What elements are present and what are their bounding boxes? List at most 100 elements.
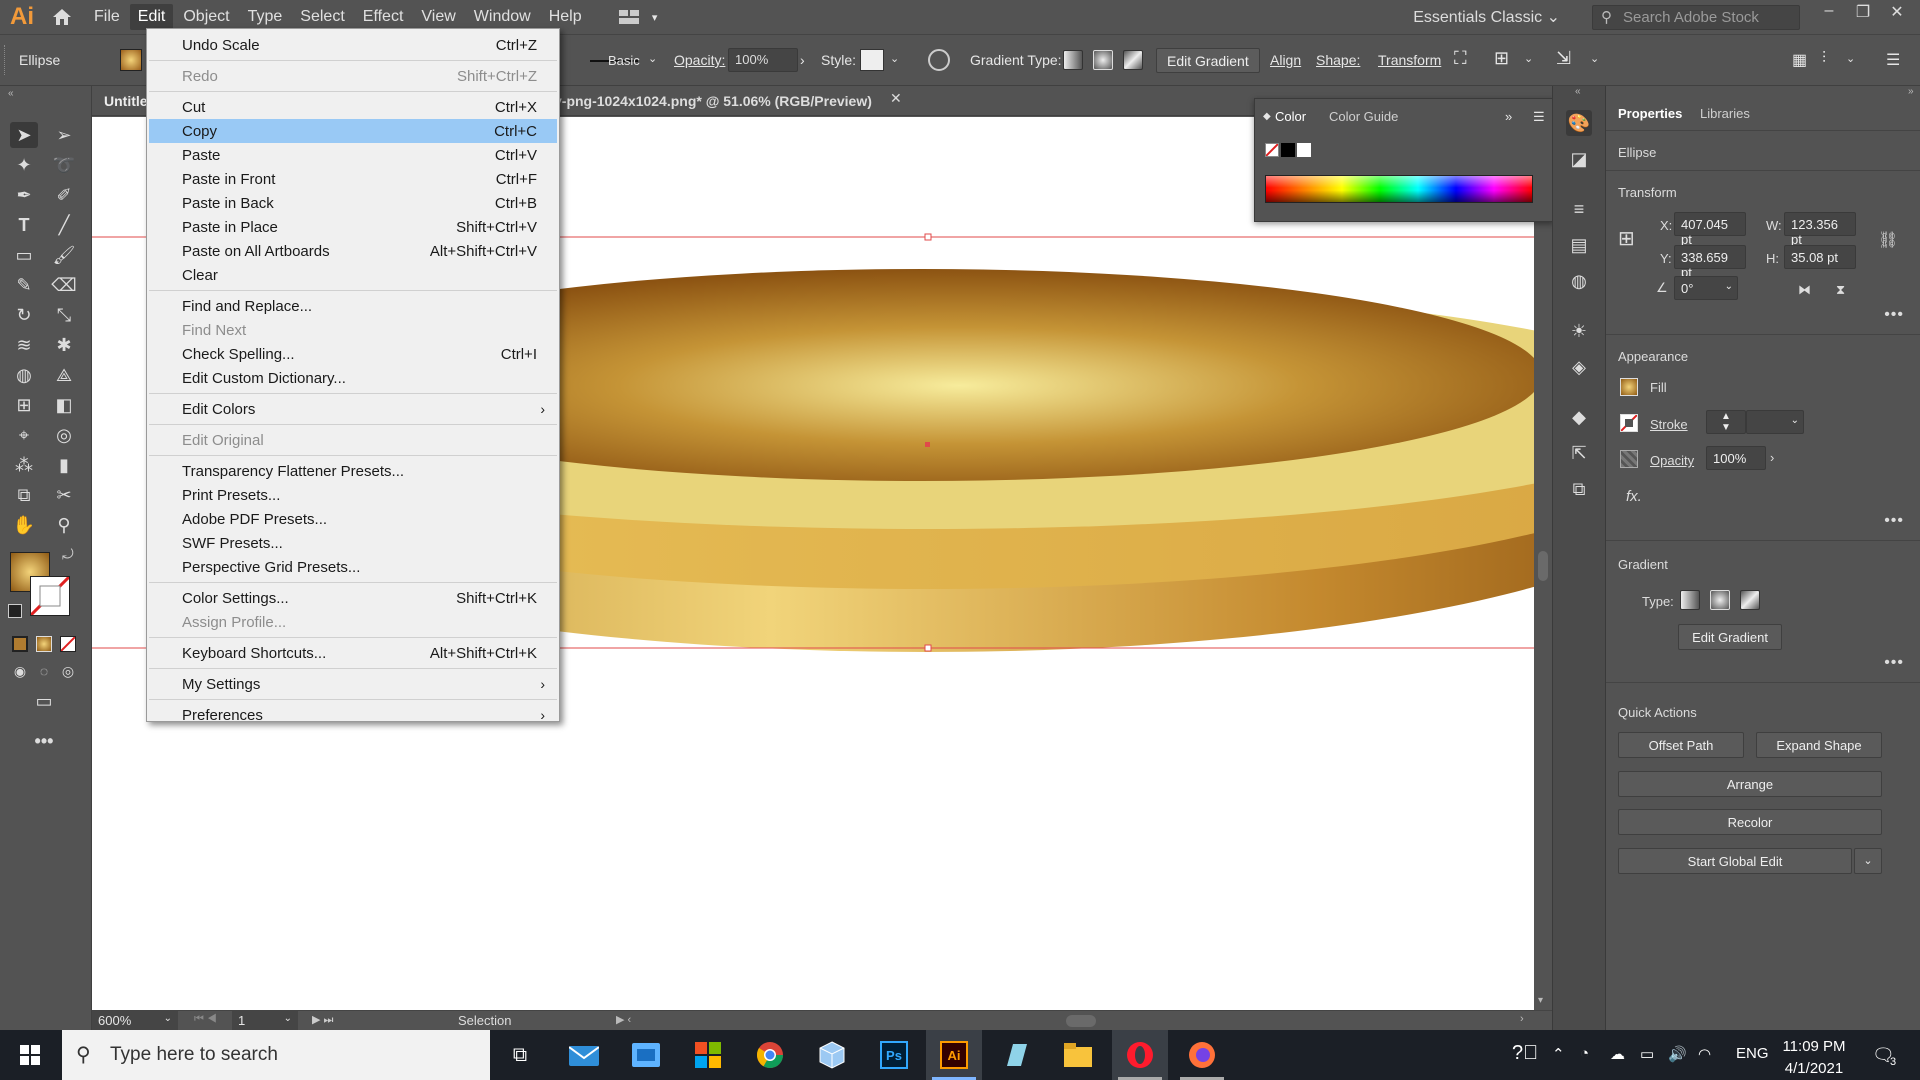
- network-icon[interactable]: ◔: [1580, 1045, 1589, 1062]
- menu-item-paste[interactable]: Paste Ctrl+V: [149, 143, 557, 167]
- stroke-weight-field[interactable]: ⌄: [1746, 410, 1804, 434]
- menu-item-edit-custom-dictionary[interactable]: Edit Custom Dictionary...: [149, 366, 557, 390]
- menu-item-keyboard-shortcuts[interactable]: Keyboard Shortcuts... Alt+Shift+Ctrl+K: [149, 641, 557, 665]
- horizontal-scroll-thumb[interactable]: [1066, 1015, 1096, 1027]
- menu-item-print-presets[interactable]: Print Presets...: [149, 483, 557, 507]
- fx-icon[interactable]: fx.: [1626, 488, 1642, 505]
- lasso-icon[interactable]: ➰: [50, 152, 78, 178]
- start-global-edit-button[interactable]: Start Global Edit: [1618, 848, 1852, 874]
- opacity-label[interactable]: Opacity: [1650, 453, 1694, 468]
- curvature-tool-icon[interactable]: ✐: [50, 182, 78, 208]
- panel-collapse-icon[interactable]: ◆: [1263, 111, 1271, 122]
- chevron-down-icon[interactable]: ⌄: [1854, 848, 1882, 874]
- battery-icon[interactable]: ▭: [1640, 1045, 1654, 1063]
- isolate-icon[interactable]: ⛶: [1454, 48, 1467, 69]
- graphic-style-swatch[interactable]: [860, 49, 884, 71]
- none-swatch[interactable]: [1265, 143, 1279, 157]
- panel-menu-icon[interactable]: ☰: [1886, 50, 1900, 70]
- appearance-panel-icon[interactable]: ☀: [1566, 318, 1592, 344]
- menu-item-paste-in-front[interactable]: Paste in Front Ctrl+F: [149, 167, 557, 191]
- x-field[interactable]: 407.045 pt: [1674, 212, 1746, 247]
- align-objects-icon[interactable]: ⊞: [1494, 48, 1509, 69]
- arrange-button[interactable]: Arrange: [1618, 771, 1882, 797]
- slice-tool-icon[interactable]: ✂: [50, 482, 78, 508]
- menu-item-paste-in-place[interactable]: Paste in Place Shift+Ctrl+V: [149, 215, 557, 239]
- menu-edit[interactable]: Edit: [129, 4, 174, 30]
- menu-item-my-settings[interactable]: My Settings ›: [149, 672, 557, 696]
- arrange-documents-icon[interactable]: [612, 0, 648, 34]
- gradient-tool-icon[interactable]: ◧: [50, 392, 78, 418]
- menu-item-find-and-replace[interactable]: Find and Replace...: [149, 294, 557, 318]
- edit-toolbar-icon[interactable]: •••: [30, 728, 58, 754]
- task-view-icon[interactable]: ⧉: [492, 1030, 548, 1080]
- menu-view[interactable]: View: [413, 4, 463, 30]
- menu-help[interactable]: Help: [541, 4, 590, 30]
- stroke-panel-icon[interactable]: ≡: [1566, 196, 1592, 222]
- firefox-icon[interactable]: [1174, 1030, 1230, 1080]
- line-segment-icon[interactable]: ╱: [50, 212, 78, 238]
- menu-item-paste-on-all-artboards[interactable]: Paste on All Artboards Alt+Shift+Ctrl+V: [149, 239, 557, 263]
- color-panel-icon[interactable]: 🎨: [1566, 110, 1592, 136]
- menu-file[interactable]: File: [86, 4, 128, 30]
- menu-item-cut[interactable]: Cut Ctrl+X: [149, 95, 557, 119]
- scroll-down-icon[interactable]: ▾: [1538, 995, 1543, 1006]
- rotate-angle-field[interactable]: 0° ⌄: [1674, 276, 1738, 300]
- offset-path-button[interactable]: Offset Path: [1618, 732, 1744, 758]
- paintbrush-icon[interactable]: 🖌: [50, 242, 78, 268]
- menu-item-edit-colors[interactable]: Edit Colors ›: [149, 397, 557, 421]
- language-indicator[interactable]: ENG: [1736, 1045, 1769, 1062]
- hand-tool-icon[interactable]: ✋: [10, 512, 38, 538]
- swap-fill-stroke-icon[interactable]: ⤾: [62, 546, 74, 563]
- microsoft-store-icon[interactable]: [618, 1030, 674, 1080]
- flip-vertical-icon[interactable]: ⧗: [1836, 282, 1845, 298]
- chrome-icon[interactable]: [742, 1030, 798, 1080]
- restore-button[interactable]: ❐: [1848, 2, 1878, 22]
- menu-item-clear[interactable]: Clear: [149, 263, 557, 287]
- layers-panel-icon[interactable]: ◆: [1566, 404, 1592, 430]
- color-spectrum[interactable]: [1265, 175, 1533, 203]
- stroke-swatch[interactable]: [1620, 414, 1638, 432]
- panel-menu-icon[interactable]: ☰: [1533, 109, 1545, 125]
- expand-icon[interactable]: »: [1908, 86, 1914, 97]
- blend-tool-icon[interactable]: ◎: [50, 422, 78, 448]
- clock[interactable]: 11:09 PM 4/1/2021: [1782, 1036, 1846, 1080]
- color-mode-icon[interactable]: [12, 636, 28, 652]
- transform-link[interactable]: Transform: [1378, 52, 1441, 68]
- symbol-sprayer-icon[interactable]: ⁂: [10, 452, 38, 478]
- mesh-tool-icon[interactable]: ⊞: [10, 392, 38, 418]
- chevron-down-icon[interactable]: ▾: [648, 0, 662, 34]
- eraser-icon[interactable]: ⌫: [50, 272, 78, 298]
- office-icon[interactable]: [680, 1030, 736, 1080]
- fill-swatch[interactable]: [1620, 378, 1638, 396]
- gradient-mode-icon[interactable]: [36, 636, 52, 652]
- status-menu-icon[interactable]: ▶ ‹: [616, 1013, 631, 1026]
- tab-color[interactable]: Color: [1275, 109, 1306, 124]
- volume-icon[interactable]: 🔊: [1668, 1045, 1687, 1063]
- 3d-box-icon[interactable]: [804, 1030, 860, 1080]
- file-explorer-icon[interactable]: [1050, 1030, 1106, 1080]
- gradient-panel-icon[interactable]: ▤: [1566, 232, 1592, 258]
- selection-handle-top[interactable]: [924, 233, 932, 241]
- vertical-scrollbar[interactable]: ▾: [1534, 117, 1552, 1010]
- menu-select[interactable]: Select: [292, 4, 352, 30]
- puppet-warp-icon[interactable]: ✱: [50, 332, 78, 358]
- grip-handle[interactable]: [4, 45, 8, 75]
- chevron-right-icon[interactable]: ›: [800, 52, 805, 68]
- black-swatch[interactable]: [1281, 143, 1295, 157]
- radial-gradient-icon[interactable]: [1093, 50, 1113, 70]
- menu-item-paste-in-back[interactable]: Paste in Back Ctrl+B: [149, 191, 557, 215]
- rectangle-tool-icon[interactable]: ▭: [10, 242, 38, 268]
- stroke-label[interactable]: Stroke: [1650, 417, 1688, 432]
- freeform-gradient-icon[interactable]: [1123, 50, 1143, 70]
- flip-horizontal-icon[interactable]: ⧓: [1798, 282, 1811, 298]
- opera-icon[interactable]: [1112, 1030, 1168, 1080]
- onedrive-icon[interactable]: ☁: [1610, 1045, 1625, 1063]
- artboard-navigation-field[interactable]: 1 ⌄: [232, 1011, 298, 1030]
- minimize-button[interactable]: –: [1814, 2, 1844, 20]
- menu-type[interactable]: Type: [240, 4, 291, 30]
- document-tab-title[interactable]: y-png-1024x1024.png* @ 51.06% (RGB/Previ…: [554, 93, 872, 109]
- menu-item-swf-presets[interactable]: SWF Presets...: [149, 531, 557, 555]
- wifi-icon[interactable]: ◠: [1698, 1045, 1711, 1063]
- menu-effect[interactable]: Effect: [355, 4, 412, 30]
- chevron-up-icon[interactable]: ⌃: [1552, 1045, 1565, 1063]
